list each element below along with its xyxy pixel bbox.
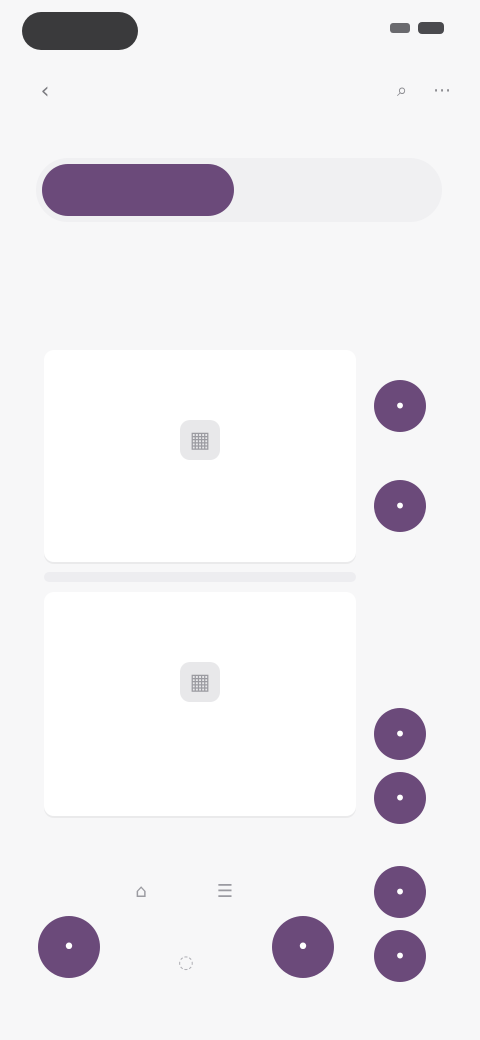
segment-left[interactable]: [42, 164, 234, 216]
content-card-1[interactable]: ▦: [44, 350, 356, 562]
bottom-icons: ⌂ ☰: [126, 876, 240, 906]
top-bar: ‹ ⌕ ⋯: [0, 64, 480, 116]
tab-icon[interactable]: ⌂: [126, 876, 156, 906]
status-bar: [0, 0, 480, 64]
round-button[interactable]: •: [38, 916, 100, 978]
more-icon[interactable]: ⋯: [430, 78, 454, 102]
dynamic-island: [22, 12, 138, 50]
battery-icon: [418, 22, 444, 34]
placeholder-icon: ▦: [180, 420, 220, 460]
round-button[interactable]: •: [272, 916, 334, 978]
round-button[interactable]: •: [374, 380, 426, 432]
tab-icon[interactable]: ☰: [210, 876, 240, 906]
content-card-2[interactable]: ▦: [44, 592, 356, 816]
segment-right[interactable]: [244, 164, 436, 216]
cellular-icon: [390, 23, 410, 33]
bottom-area: ⌂ ☰ • ◌ •: [0, 856, 480, 1040]
round-button[interactable]: •: [374, 772, 426, 824]
search-icon[interactable]: ⌕: [390, 78, 414, 102]
top-actions: ⌕ ⋯: [390, 78, 454, 102]
app-screen: ‹ ⌕ ⋯ ▦ ▦ • • • • • • ⌂ ☰ • ◌ •: [0, 0, 480, 1040]
section-divider: [44, 572, 356, 582]
chevron-left-icon[interactable]: ‹: [28, 74, 62, 108]
center-icon[interactable]: ◌: [172, 948, 200, 976]
round-button[interactable]: •: [374, 480, 426, 532]
status-icons: [390, 22, 444, 34]
segmented-control: [36, 158, 442, 222]
round-button[interactable]: •: [374, 708, 426, 760]
placeholder-icon: ▦: [180, 662, 220, 702]
